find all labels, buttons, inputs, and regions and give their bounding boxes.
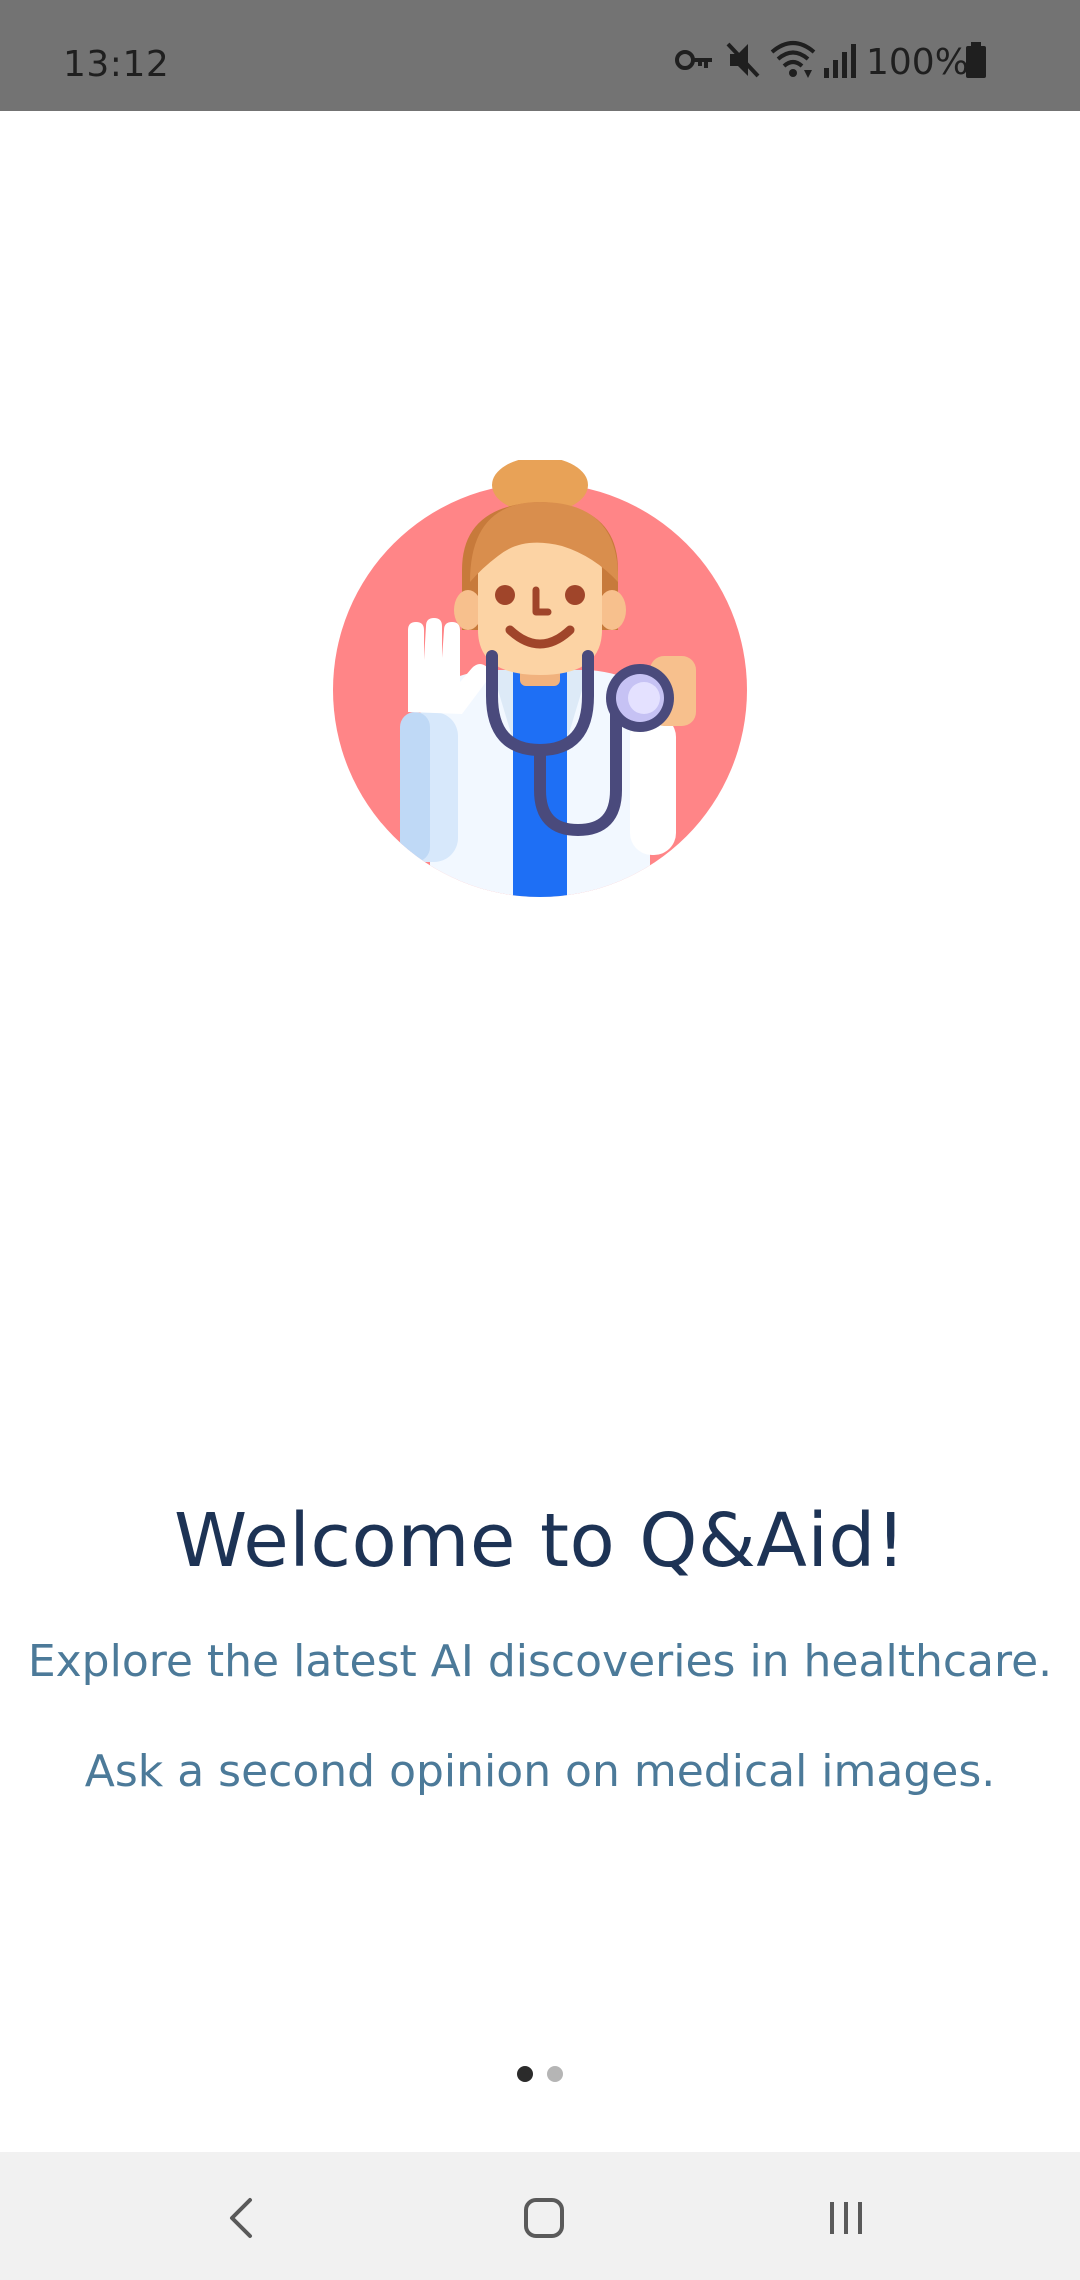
recents-button[interactable]	[806, 2178, 886, 2258]
page-dot-1[interactable]	[517, 2066, 533, 2082]
doctor-illustration	[333, 460, 747, 897]
home-icon	[524, 2198, 564, 2238]
status-icons: 100%	[580, 40, 1080, 88]
recents-icon	[830, 2202, 862, 2234]
back-icon	[230, 2198, 252, 2238]
page-indicator	[0, 2066, 1080, 2084]
home-button[interactable]	[504, 2178, 584, 2258]
welcome-title: Welcome to Q&Aid!	[173, 1498, 907, 1584]
page-dot-2[interactable]	[547, 2066, 563, 2082]
mute-icon	[726, 42, 760, 78]
wifi-icon	[770, 41, 816, 78]
navigation-bar	[0, 2152, 1080, 2280]
vpn-key-icon	[675, 50, 712, 70]
status-bar: 13:12 100%	[0, 0, 1080, 111]
signal-icon	[824, 44, 856, 78]
battery-percentage: 100%	[866, 42, 969, 83]
back-button[interactable]	[202, 2178, 282, 2258]
subtitle-ai-discoveries: Explore the latest AI discoveries in hea…	[27, 1636, 1053, 1687]
subtitle-second-opinion: Ask a second opinion on medical images.	[84, 1746, 996, 1797]
status-time: 13:12	[63, 44, 170, 85]
battery-icon	[966, 42, 986, 78]
